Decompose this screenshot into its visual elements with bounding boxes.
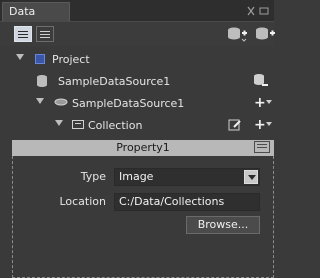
datasource-object-icon: [54, 96, 68, 111]
database-icon: [36, 74, 48, 91]
edit-collection-button[interactable]: [228, 118, 242, 135]
tree-row-collection[interactable]: Collection +: [0, 114, 274, 138]
datasource-options-icon: [254, 74, 268, 86]
window-controls[interactable]: [246, 4, 270, 18]
database-add-icon: [228, 27, 247, 42]
collection-icon: [72, 120, 84, 129]
add-property-dropdown-icon[interactable]: [266, 100, 272, 104]
datasource-label: SampleDataSource1: [58, 75, 171, 88]
property-name: Property1: [116, 141, 170, 154]
add-property-button[interactable]: +: [254, 96, 266, 110]
tree-row-datasource-child[interactable]: SampleDataSource1 +: [0, 92, 274, 116]
add-collection-item-dropdown-icon[interactable]: [266, 122, 272, 126]
list-mode-icon: [18, 30, 28, 39]
tab-data[interactable]: Data: [2, 2, 70, 22]
expand-datasource-child-icon[interactable]: [36, 98, 44, 104]
edit-icon: [228, 119, 241, 131]
add-collection-item-button[interactable]: +: [254, 118, 266, 132]
property-row[interactable]: Property1: [12, 140, 274, 156]
tab-data-label: Data: [9, 5, 36, 18]
browse-button[interactable]: Browse...: [186, 216, 260, 234]
add-datasource-alt-button[interactable]: [254, 25, 276, 43]
tree-row-datasource[interactable]: SampleDataSource1: [0, 70, 274, 94]
project-icon: [35, 54, 45, 64]
database-add-icon-2: [256, 27, 275, 40]
add-datasource-button[interactable]: [226, 25, 248, 43]
tree-row-project[interactable]: Project: [0, 48, 274, 72]
details-mode-icon: [40, 30, 50, 39]
property-details-icon[interactable]: [254, 141, 270, 153]
type-label: Type: [80, 170, 106, 183]
type-select-value: Image: [119, 170, 154, 183]
collection-label: Collection: [88, 119, 143, 132]
list-mode-button[interactable]: [14, 26, 32, 42]
chevron-down-icon[interactable]: [244, 170, 258, 184]
location-field[interactable]: C:/Data/Collections: [114, 193, 260, 211]
details-mode-button[interactable]: [36, 26, 54, 42]
expand-collection-icon[interactable]: [55, 120, 63, 126]
expand-project-icon[interactable]: [16, 54, 24, 60]
location-label: Location: [59, 195, 106, 208]
datasource-child-label: SampleDataSource1: [72, 97, 185, 110]
project-label: Project: [52, 53, 90, 66]
type-select[interactable]: Image: [114, 168, 260, 186]
datasource-options-button[interactable]: [252, 73, 270, 92]
